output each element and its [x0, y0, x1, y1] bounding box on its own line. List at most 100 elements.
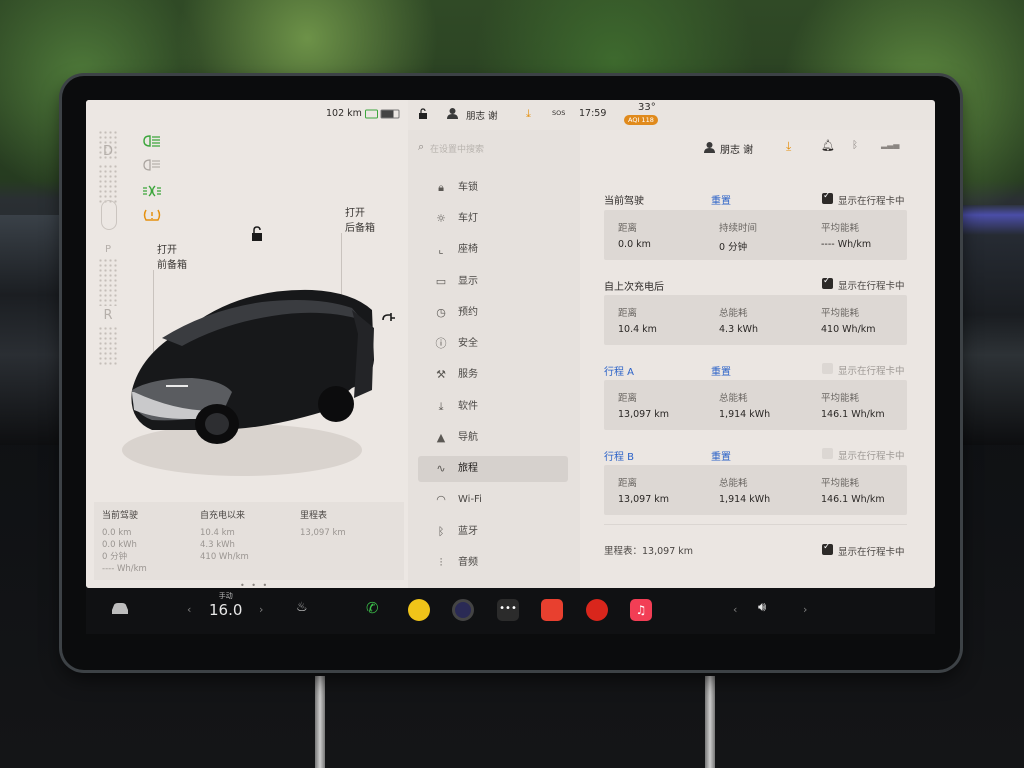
- menu-item-audio[interactable]: ⫶ 音频: [418, 550, 568, 576]
- menu-item-lights[interactable]: ☼ 车灯: [418, 206, 568, 232]
- gear-dots: [98, 164, 118, 204]
- seat-icon: ⌞: [438, 243, 444, 256]
- menu-item-label: 蓝牙: [458, 526, 478, 537]
- download-icon[interactable]: ⤓: [786, 139, 791, 154]
- lock-status-icon[interactable]: [418, 108, 428, 120]
- reset-button[interactable]: 重置: [711, 192, 731, 207]
- card-cell: 距离 13,097 km: [618, 475, 669, 505]
- menu-item-navigation[interactable]: ▲ 导航: [418, 425, 568, 451]
- display-icon: ▭: [435, 275, 447, 288]
- menu-item-seats[interactable]: ⌞ 座椅: [418, 237, 568, 263]
- bluetooth-icon: ᛒ: [437, 525, 445, 538]
- quick-trip-stats: 当前驾驶 0.0 km 0.0 kWh 0 分钟 ---- Wh/km 自充电以…: [94, 502, 404, 580]
- cell-key: 总能耗: [719, 393, 748, 404]
- show-on-card-checkbox[interactable]: [822, 448, 833, 459]
- show-on-card-checkbox[interactable]: [822, 191, 833, 204]
- unlock-icon[interactable]: [250, 226, 264, 242]
- settings-search-input[interactable]: 在设置中搜索: [430, 142, 484, 155]
- rear-trunk-control[interactable]: 打开 后备箱: [345, 206, 375, 236]
- volume-down-arrow[interactable]: ‹: [733, 603, 737, 616]
- trip-card: 距离 13,097 km 总能耗 1,914 kWh 平均能耗 146.1 Wh/km: [604, 380, 907, 430]
- cell-value: 410 Wh/km: [821, 324, 876, 335]
- menu-item-label: Wi-Fi: [458, 494, 482, 505]
- card-cell: 平均能耗 146.1 Wh/km: [821, 390, 885, 420]
- low-beam-icon: [143, 135, 160, 147]
- stat-value: 13,097 km: [300, 528, 346, 538]
- netease-music-icon[interactable]: [586, 599, 608, 621]
- odometer-text: 里程表：13,097 km: [604, 546, 694, 557]
- cell-value: 146.1 Wh/km: [821, 494, 885, 505]
- charge-port-icon[interactable]: [382, 312, 396, 324]
- audio-icon: ⫶: [439, 556, 443, 569]
- cell-value: 146.1 Wh/km: [821, 409, 885, 420]
- search-icon[interactable]: ⌕: [418, 140, 424, 154]
- show-on-card-checkbox[interactable]: [822, 276, 833, 289]
- map-app-icon[interactable]: [408, 599, 430, 621]
- front-trunk-control[interactable]: 打开 前备箱: [157, 243, 187, 273]
- card-cell: 平均能耗 146.1 Wh/km: [821, 475, 885, 505]
- card-cell: 平均能耗 410 Wh/km: [821, 305, 876, 335]
- car-panel: D P R 打开 前备箱 打开 后备箱 当前驾驶 0.0 km 0.0 kWh …: [86, 100, 408, 588]
- safety-icon: ⓘ: [435, 337, 447, 350]
- menu-item-trips[interactable]: ∿ 旅程: [418, 456, 568, 482]
- reset-button[interactable]: 重置: [711, 448, 731, 463]
- stat-value: 4.3 kWh: [200, 540, 235, 550]
- profile-icon[interactable]: [704, 141, 715, 153]
- menu-item-display[interactable]: ▭ 显示: [418, 269, 568, 295]
- status-user-name[interactable]: 朋志 谢: [466, 108, 498, 122]
- menu-item-service[interactable]: ⚒ 服务: [418, 362, 568, 388]
- cell-value: 10.4 km: [618, 324, 657, 335]
- gear-d: D: [102, 144, 113, 159]
- menu-item-label: 服务: [458, 369, 478, 380]
- menu-item-wifi[interactable]: ◠ Wi-Fi: [418, 487, 568, 513]
- more-apps-icon[interactable]: •••: [497, 599, 519, 621]
- menu-item-software[interactable]: ⤓ 软件: [418, 394, 568, 420]
- temp-up-arrow[interactable]: ›: [259, 603, 263, 616]
- menu-item-label: 安全: [458, 338, 478, 349]
- reset-button[interactable]: 重置: [711, 363, 731, 378]
- show-on-card-checkbox[interactable]: [822, 542, 833, 555]
- download-icon[interactable]: ⤓: [526, 107, 531, 121]
- profile-icon[interactable]: [447, 107, 458, 119]
- stat-title: 自充电以来: [200, 511, 246, 521]
- volume-icon[interactable]: 🔊︎: [758, 600, 766, 615]
- bluetooth-icon[interactable]: ᛒ: [852, 140, 858, 151]
- cell-value: 1,914 kWh: [719, 409, 771, 420]
- menu-item-safety[interactable]: ⓘ 安全: [418, 331, 568, 357]
- menu-item-lock[interactable]: 🔒︎ 车锁: [418, 175, 568, 201]
- trip-card: 距离 13,097 km 总能耗 1,914 kWh 平均能耗 146.1 Wh/km: [604, 465, 907, 515]
- camera-app-icon[interactable]: [452, 599, 474, 621]
- show-on-card-checkbox[interactable]: [822, 363, 833, 374]
- cell-key: 总能耗: [719, 478, 748, 489]
- console-bar: [705, 676, 715, 768]
- menu-item-bluetooth[interactable]: ᛒ 蓝牙: [418, 519, 568, 545]
- stat-title: 里程表: [300, 511, 328, 521]
- front-trunk-action[interactable]: 打开: [157, 243, 187, 258]
- radio-app-icon[interactable]: [541, 599, 563, 621]
- stat-value: 0.0 kWh: [102, 540, 137, 550]
- fog-light-icon: [143, 185, 161, 197]
- temp-down-arrow[interactable]: ‹: [187, 603, 191, 616]
- menu-item-label: 音频: [458, 557, 478, 568]
- car-icon[interactable]: [110, 602, 130, 616]
- bell-icon[interactable]: 🔔︎: [821, 139, 835, 152]
- bottom-dock: ‹ 手动 16.0 › ♨ ✆ ••• ♫ ‹ 🔊︎ ›: [86, 588, 935, 634]
- sos-icon[interactable]: SOS: [552, 109, 565, 117]
- menu-item-label: 预约: [458, 307, 478, 318]
- console-bar: [315, 676, 325, 768]
- card-cell: 持续时间 0 分钟: [719, 220, 757, 253]
- phone-icon[interactable]: ✆: [366, 599, 379, 617]
- header-user-name[interactable]: 朋志 谢: [720, 141, 753, 156]
- section-title: 行程 B: [604, 452, 635, 463]
- touchscreen: D P R 打开 前备箱 打开 后备箱 当前驾驶 0.0 km 0.0 kWh …: [86, 100, 935, 588]
- volume-up-arrow[interactable]: ›: [803, 603, 807, 616]
- climate-control[interactable]: 手动 16.0: [209, 591, 242, 619]
- stat-value: 10.4 km: [200, 528, 235, 538]
- gear-p: P: [104, 244, 112, 255]
- cabin-temperature[interactable]: 16.0: [209, 601, 242, 619]
- menu-item-schedule[interactable]: ◷ 预约: [418, 300, 568, 326]
- rear-trunk-action[interactable]: 打开: [345, 206, 375, 221]
- seat-heater-icon[interactable]: ♨: [296, 600, 308, 615]
- clock-time: 17:59: [579, 108, 607, 119]
- music-app-icon[interactable]: ♫: [630, 599, 652, 621]
